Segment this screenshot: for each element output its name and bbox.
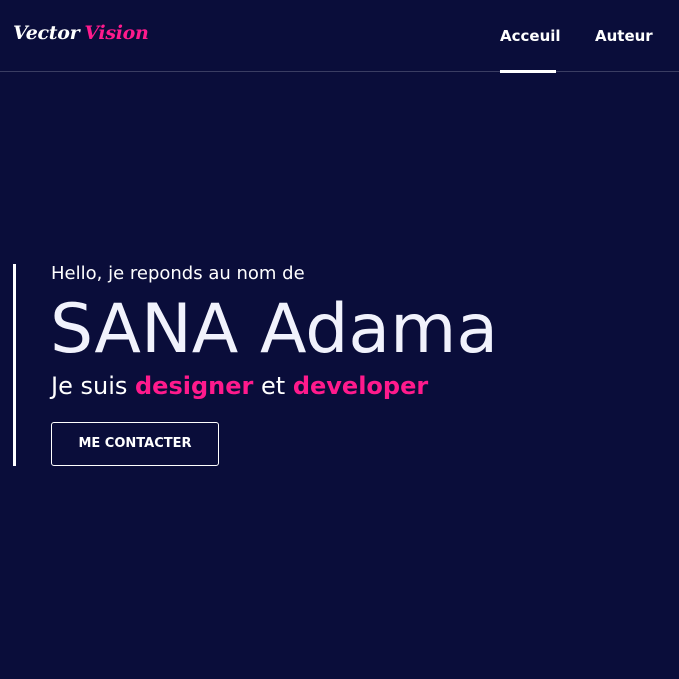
hero-accent-bar [13,264,16,466]
contact-button[interactable]: ME CONTACTER [51,422,219,466]
role-designer: designer [135,372,254,400]
nav-item-acceuil[interactable]: Acceuil [500,27,561,45]
hero-greeting: Hello, je reponds au nom de [51,263,305,284]
logo-word-vector: Vector [13,22,80,44]
brand-logo[interactable]: Vector Vision [13,22,149,44]
site-header: Vector Vision Acceuil Auteur [0,0,679,72]
nav-item-auteur[interactable]: Auteur [595,27,653,45]
active-nav-indicator [500,70,556,73]
logo-word-vision: Vision [84,22,149,44]
role-prefix: Je suis [51,372,128,400]
hero-role: Je suis designer et developer [51,372,428,400]
hero-name: SANA Adama [50,290,499,369]
role-conjunction: et [261,372,286,400]
role-developer: developer [292,372,429,400]
